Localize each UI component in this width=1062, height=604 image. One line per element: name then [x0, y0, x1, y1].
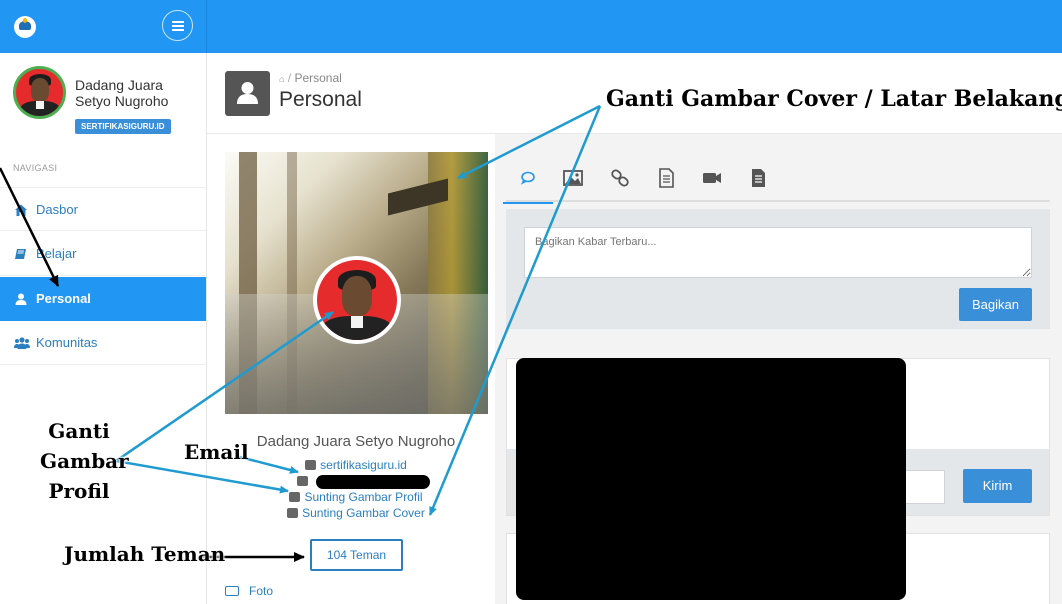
link-icon[interactable]: [603, 161, 637, 195]
profile-panel: Dadang Juara Setyo Nugroho sertifikasigu…: [207, 134, 495, 604]
edit-profile-photo-link[interactable]: Sunting Gambar Profil: [207, 490, 505, 504]
nav-heading: NAVIGASI: [13, 163, 58, 173]
redaction-block: [516, 358, 906, 600]
site-badge: SERTIFIKASIGURU.ID: [75, 119, 171, 134]
file-icon[interactable]: [741, 161, 775, 195]
annotation-cover: Ganti Gambar Cover / Latar Belakang: [606, 86, 1062, 112]
sidebar-item-personal[interactable]: Personal: [0, 277, 206, 321]
annotation-friends: Jumlah Teman: [64, 542, 226, 566]
user-icon: [15, 293, 27, 305]
camera-icon: [287, 508, 299, 518]
annotation-profile-line: Gambar: [40, 449, 129, 473]
video-icon[interactable]: [695, 161, 729, 195]
envelope-icon: [297, 476, 308, 486]
document-icon[interactable]: [649, 161, 683, 195]
profile-name: Dadang Juara Setyo Nugroho: [256, 433, 456, 450]
cover-image: [225, 152, 488, 414]
sidebar-item-label: Personal: [36, 291, 91, 306]
sidebar-item-komunitas[interactable]: Komunitas: [0, 321, 206, 365]
building-icon: [305, 460, 317, 470]
profile-site-text: sertifikasiguru.id: [320, 458, 407, 472]
sidebar-item-belajar[interactable]: Belajar: [0, 232, 206, 276]
photos-text: Foto: [249, 584, 274, 598]
annotation-profile-line: Profil: [48, 479, 110, 503]
sidebar-item-label: Belajar: [36, 246, 77, 261]
page-title: Personal: [279, 88, 362, 111]
sidebar-item-label: Komunitas: [36, 335, 98, 350]
annotation-profile-line: Ganti: [48, 419, 110, 443]
edit-cover-link[interactable]: Sunting Gambar Cover: [207, 506, 505, 520]
camera-icon: [289, 492, 301, 502]
tut-wuri-logo-icon[interactable]: [14, 16, 36, 38]
breadcrumb-current: Personal: [294, 71, 342, 85]
sidebar-item-dasbor[interactable]: Dasbor: [0, 187, 206, 231]
book-icon: [15, 249, 26, 259]
photos-link[interactable]: Foto: [225, 584, 273, 598]
post-type-tabs: [503, 153, 1050, 204]
annotation-email: Email: [184, 440, 249, 464]
home-icon: [15, 204, 27, 216]
status-input[interactable]: [524, 227, 1032, 278]
comment-input[interactable]: [902, 470, 945, 504]
user-name[interactable]: Dadang Juara Setyo Nugroho: [75, 77, 195, 109]
users-icon: [14, 337, 30, 349]
hamburger-icon[interactable]: [162, 10, 193, 41]
edit-profile-photo-text: Sunting Gambar Profil: [304, 490, 423, 504]
user-icon: [225, 71, 270, 116]
home-icon[interactable]: ⌂: [279, 74, 284, 84]
comment-icon[interactable]: [503, 161, 553, 204]
post-composer: Bagikan: [506, 209, 1050, 329]
sidebar-item-label: Dasbor: [36, 202, 78, 217]
breadcrumb: ⌂ / Personal: [279, 71, 342, 85]
top-navbar: [207, 0, 1062, 53]
annotation-profile: Ganti Gambar Profil: [40, 416, 129, 506]
edit-cover-text: Sunting Gambar Cover: [302, 506, 425, 520]
profile-avatar[interactable]: [313, 256, 401, 344]
brand-bar: [0, 0, 207, 53]
profile-site-link[interactable]: sertifikasiguru.id: [207, 458, 505, 472]
share-button[interactable]: Bagikan: [959, 288, 1032, 321]
image-icon: [225, 586, 239, 596]
sidebar: Dadang Juara Setyo Nugroho SERTIFIKASIGU…: [0, 53, 207, 604]
image-icon[interactable]: [556, 161, 590, 195]
avatar[interactable]: [13, 66, 66, 119]
email-redaction: [316, 475, 430, 489]
send-button[interactable]: Kirim: [963, 469, 1032, 503]
friends-button[interactable]: 104 Teman: [310, 539, 403, 571]
